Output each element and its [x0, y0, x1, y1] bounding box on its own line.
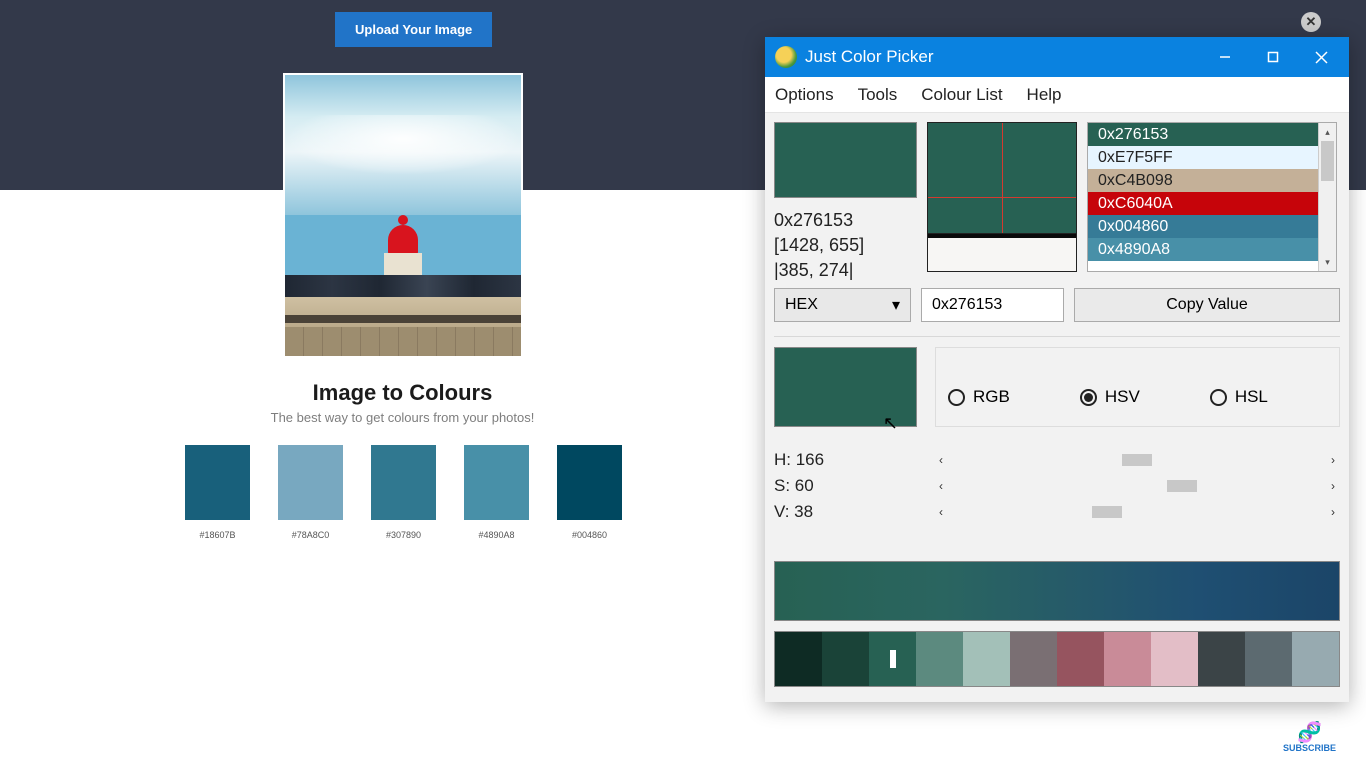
shade-swatch[interactable]: [916, 632, 963, 686]
radio-hsv[interactable]: HSV: [1080, 387, 1140, 407]
preview-swatch: ↖: [774, 347, 917, 427]
gradient-bar[interactable]: [774, 561, 1340, 621]
scroll-thumb[interactable]: [1321, 141, 1334, 181]
history-item[interactable]: 0x276153: [1088, 123, 1318, 146]
shade-swatch[interactable]: [775, 632, 822, 686]
chevron-down-icon: ▾: [892, 295, 900, 315]
h-slider[interactable]: ‹ ›: [934, 453, 1340, 467]
menu-colour-list[interactable]: Colour List: [921, 85, 1002, 105]
menu-help[interactable]: Help: [1027, 85, 1062, 105]
color-model-group: RGB HSV HSL: [935, 347, 1340, 427]
chevron-right-icon[interactable]: ›: [1326, 505, 1340, 519]
titlebar[interactable]: Just Color Picker: [765, 37, 1349, 77]
shade-swatch[interactable]: [1104, 632, 1151, 686]
v-label: V: 38: [774, 502, 934, 522]
scroll-up-icon[interactable]: ▴: [1319, 123, 1336, 141]
history-item[interactable]: 0xC6040A: [1088, 192, 1318, 215]
shade-swatch[interactable]: [869, 632, 916, 686]
shade-swatch[interactable]: [1057, 632, 1104, 686]
maximize-button[interactable]: [1249, 37, 1297, 77]
palette-label: #78A8C0: [292, 530, 330, 540]
shade-swatch[interactable]: [1198, 632, 1245, 686]
chevron-left-icon[interactable]: ‹: [934, 505, 948, 519]
format-select[interactable]: HEX ▾: [774, 288, 911, 322]
palette-swatch[interactable]: [464, 445, 529, 520]
shade-row: [774, 631, 1340, 687]
history-item[interactable]: 0x4890A8: [1088, 238, 1318, 261]
radio-hsl-label: HSL: [1235, 387, 1268, 407]
upload-button[interactable]: Upload Your Image: [335, 12, 492, 47]
shade-swatch[interactable]: [1245, 632, 1292, 686]
palette-swatch[interactable]: [371, 445, 436, 520]
chevron-right-icon[interactable]: ›: [1326, 479, 1340, 493]
current-coords-text: [1428, 655]: [774, 233, 864, 258]
palette-label: #307890: [386, 530, 421, 540]
magnifier-view: [927, 122, 1077, 272]
scroll-down-icon[interactable]: ▾: [1319, 253, 1336, 271]
subscribe-label: SUBSCRIBE: [1283, 743, 1336, 753]
copy-value-button[interactable]: Copy Value: [1074, 288, 1340, 322]
chevron-left-icon[interactable]: ‹: [934, 479, 948, 493]
palette-label: #004860: [572, 530, 607, 540]
palette-row: #18607B #78A8C0 #307890 #4890A8 #004860: [185, 445, 622, 540]
radio-rgb[interactable]: RGB: [948, 387, 1010, 407]
close-icon[interactable]: ✕: [1301, 12, 1321, 32]
shade-swatch[interactable]: [1292, 632, 1339, 686]
palette-swatch[interactable]: [557, 445, 622, 520]
palette-label: #18607B: [199, 530, 235, 540]
dna-icon: 🧬: [1283, 723, 1336, 743]
shade-swatch[interactable]: [963, 632, 1010, 686]
page-subtitle: The best way to get colours from your ph…: [0, 410, 805, 425]
palette-label: #4890A8: [478, 530, 514, 540]
palette-swatch[interactable]: [278, 445, 343, 520]
s-label: S: 60: [774, 476, 934, 496]
history-item[interactable]: 0xE7F5FF: [1088, 146, 1318, 169]
menu-tools[interactable]: Tools: [858, 85, 898, 105]
palette-swatch[interactable]: [185, 445, 250, 520]
color-value-input[interactable]: [921, 288, 1064, 322]
app-icon: [775, 46, 797, 68]
page-title: Image to Colours: [0, 380, 805, 406]
v-slider[interactable]: ‹ ›: [934, 505, 1340, 519]
s-slider[interactable]: ‹ ›: [934, 479, 1340, 493]
shade-swatch[interactable]: [1151, 632, 1198, 686]
shade-swatch[interactable]: [1010, 632, 1057, 686]
chevron-left-icon[interactable]: ‹: [934, 453, 948, 467]
current-area-text: |385, 274|: [774, 258, 864, 283]
radio-hsv-label: HSV: [1105, 387, 1140, 407]
menu-options[interactable]: Options: [775, 85, 834, 105]
shade-swatch[interactable]: [822, 632, 869, 686]
current-hex-text: 0x276153: [774, 208, 864, 233]
scrollbar[interactable]: ▴ ▾: [1318, 123, 1336, 271]
radio-rgb-label: RGB: [973, 387, 1010, 407]
h-label: H: 166: [774, 450, 934, 470]
history-item[interactable]: 0xC4B098: [1088, 169, 1318, 192]
close-button[interactable]: [1297, 37, 1345, 77]
menubar: Options Tools Colour List Help: [765, 77, 1349, 113]
radio-hsl[interactable]: HSL: [1210, 387, 1268, 407]
color-picker-window: Just Color Picker Options Tools Colour L…: [765, 37, 1349, 702]
format-value: HEX: [785, 296, 818, 314]
current-color-swatch: [774, 122, 917, 198]
uploaded-image: [283, 73, 523, 358]
history-item[interactable]: 0x004860: [1088, 215, 1318, 238]
window-title: Just Color Picker: [805, 47, 1201, 67]
chevron-right-icon[interactable]: ›: [1326, 453, 1340, 467]
color-history-list: 0x2761530xE7F5FF0xC4B0980xC6040A0x004860…: [1087, 122, 1337, 272]
current-color-info: 0x276153 [1428, 655] |385, 274|: [774, 208, 864, 284]
subscribe-badge[interactable]: 🧬 SUBSCRIBE: [1283, 723, 1336, 753]
minimize-button[interactable]: [1201, 37, 1249, 77]
cursor-icon: ↖: [883, 413, 898, 434]
